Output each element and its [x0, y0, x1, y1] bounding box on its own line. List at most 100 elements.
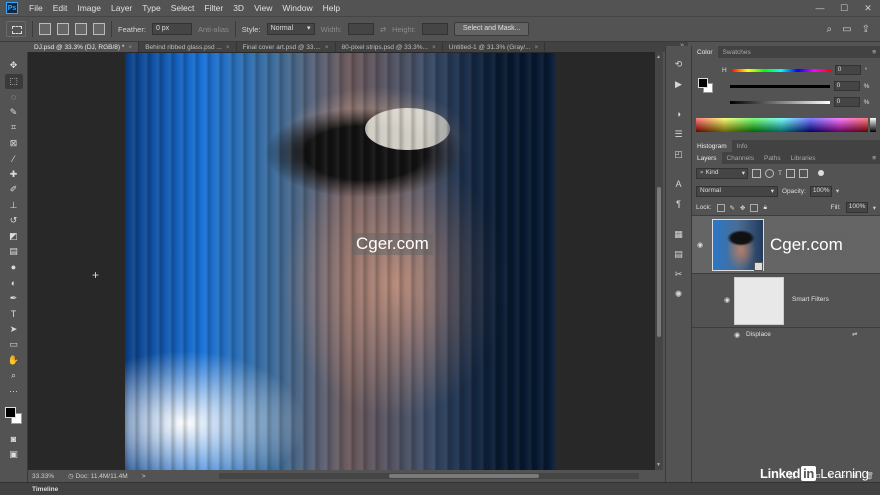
- grayscale-ramp[interactable]: [870, 118, 876, 132]
- status-arrow-icon[interactable]: >: [142, 473, 146, 480]
- blend-mode-select[interactable]: Normal: [696, 185, 778, 197]
- displace-eye-icon[interactable]: ◉: [734, 331, 740, 339]
- channels-panel-icon[interactable]: ▦: [671, 226, 687, 242]
- visibility-eye-icon[interactable]: ◉: [697, 241, 703, 249]
- character-panel-icon[interactable]: A: [671, 176, 687, 192]
- menu-file[interactable]: File: [24, 3, 48, 13]
- feather-input[interactable]: 0 px: [151, 23, 192, 35]
- new-selection-icon[interactable]: [39, 23, 51, 35]
- menu-image[interactable]: Image: [72, 3, 106, 13]
- scrollbar-thumb[interactable]: [657, 187, 661, 337]
- lock-image-icon[interactable]: ✎: [730, 204, 735, 212]
- workspace-icon[interactable]: ▭: [842, 24, 851, 35]
- path-selection-tool-icon[interactable]: ➤: [5, 322, 23, 338]
- properties-panel-icon[interactable]: ☰: [671, 126, 687, 142]
- marquee-tool-icon[interactable]: ⬚: [4, 73, 23, 89]
- brightness-value[interactable]: 0: [833, 97, 860, 107]
- quick-mask-icon[interactable]: ◙: [5, 431, 23, 447]
- menu-type[interactable]: Type: [137, 3, 165, 13]
- close-button[interactable]: ✕: [856, 3, 880, 14]
- tab-layers[interactable]: Layers: [692, 152, 722, 164]
- more-tools-icon[interactable]: ···: [5, 384, 23, 400]
- add-selection-icon[interactable]: [57, 23, 69, 35]
- menu-help[interactable]: Help: [318, 3, 345, 13]
- foreground-color-swatch[interactable]: [4, 407, 16, 418]
- smart-filters-eye-icon[interactable]: ◉: [724, 296, 730, 304]
- zoom-level[interactable]: 33.33%: [32, 473, 54, 480]
- type-tool-icon[interactable]: T: [5, 306, 23, 322]
- opacity-input[interactable]: 100%: [809, 185, 832, 197]
- move-tool-icon[interactable]: ✥: [5, 58, 23, 74]
- close-icon[interactable]: ×: [128, 44, 132, 51]
- history-panel-icon[interactable]: ⟲: [671, 56, 687, 72]
- hand-tool-icon[interactable]: ✋: [5, 353, 23, 369]
- brush-settings-icon[interactable]: ✺: [671, 286, 687, 302]
- saturation-slider[interactable]: [729, 84, 830, 88]
- kind-filter-select[interactable]: ⌕ Kind: [696, 167, 748, 179]
- type-filter-icon[interactable]: T: [778, 170, 782, 177]
- filter-toggle-icon[interactable]: [817, 170, 824, 176]
- filter-options-icon[interactable]: ⇌: [852, 330, 857, 338]
- width-input[interactable]: [347, 23, 374, 35]
- minimize-button[interactable]: —: [808, 3, 832, 14]
- panel-menu-icon[interactable]: ≡: [872, 49, 880, 56]
- menu-select[interactable]: Select: [166, 3, 200, 13]
- blur-tool-icon[interactable]: ●: [5, 260, 23, 276]
- lasso-tool-icon[interactable]: ◌: [5, 89, 23, 105]
- tab-dj[interactable]: DJ.psd @ 33.3% (DJ, RGB/8) * ×: [28, 42, 140, 52]
- crop-tool-icon[interactable]: ⌗: [5, 120, 23, 136]
- menu-3d[interactable]: 3D: [228, 3, 249, 13]
- menu-view[interactable]: View: [249, 3, 277, 13]
- menu-layer[interactable]: Layer: [106, 3, 137, 13]
- smart-filter-mask-thumbnail[interactable]: [734, 277, 784, 325]
- foreground-color-swatch[interactable]: [698, 78, 708, 88]
- displace-filter-row[interactable]: ◉ Displace ⇌: [692, 328, 880, 342]
- dodge-tool-icon[interactable]: ◐: [5, 275, 23, 291]
- close-icon[interactable]: ×: [226, 44, 230, 51]
- tool-preset-picker[interactable]: [6, 21, 26, 37]
- close-icon[interactable]: ×: [535, 44, 539, 51]
- tab-behind-ribbed-glass[interactable]: Behind ribbed glass.psd ... ×: [139, 42, 237, 52]
- zoom-tool-icon[interactable]: ⌕: [5, 368, 23, 384]
- close-icon[interactable]: ×: [325, 44, 329, 51]
- styles-panel-icon[interactable]: ◰: [671, 146, 687, 162]
- tab-info[interactable]: Info: [732, 140, 753, 152]
- color-swatches[interactable]: [4, 407, 23, 425]
- eraser-tool-icon[interactable]: ◩: [5, 229, 23, 245]
- adjustment-filter-icon[interactable]: [765, 168, 774, 178]
- scroll-up-icon[interactable]: ▲: [656, 54, 661, 60]
- tab-paths[interactable]: Paths: [759, 152, 786, 164]
- tab-80-pixel-strips[interactable]: 80-pixel strips.psd @ 33.3%... ×: [336, 42, 443, 52]
- smart-object-filter-icon[interactable]: [798, 168, 808, 178]
- rectangle-tool-icon[interactable]: ▭: [5, 337, 23, 353]
- menu-window[interactable]: Window: [277, 3, 317, 13]
- clone-stamp-tool-icon[interactable]: ⊥: [5, 198, 23, 214]
- share-icon[interactable]: ⇪: [862, 24, 870, 35]
- swap-icon[interactable]: ⇄: [380, 25, 386, 34]
- anti-alias-checkbox[interactable]: Anti-alias: [198, 25, 229, 34]
- tab-channels[interactable]: Channels: [722, 152, 759, 164]
- tab-color[interactable]: Color: [692, 46, 718, 58]
- history-brush-tool-icon[interactable]: ↺: [5, 213, 23, 229]
- intersect-selection-icon[interactable]: [93, 23, 105, 35]
- fill-dropdown-icon[interactable]: ▾: [873, 204, 880, 212]
- frame-tool-icon[interactable]: ⊠: [5, 136, 23, 152]
- paragraph-panel-icon[interactable]: ¶: [671, 196, 687, 212]
- brush-tool-icon[interactable]: ✐: [5, 182, 23, 198]
- healing-brush-tool-icon[interactable]: ✚: [5, 167, 23, 183]
- close-icon[interactable]: ×: [432, 44, 436, 51]
- tab-final-cover-art[interactable]: Final cover art.psd @ 33.... ×: [237, 42, 336, 52]
- eyedropper-tool-icon[interactable]: ⁄: [5, 151, 23, 167]
- lock-all-icon[interactable]: 🔒︎: [763, 204, 766, 212]
- document-canvas[interactable]: [125, 53, 555, 470]
- smart-filters-row[interactable]: ◉ Smart Filters: [692, 274, 880, 328]
- tab-untitled-1[interactable]: Untitled-1 @ 31.3% (Gray/... ×: [443, 42, 546, 52]
- gradient-tool-icon[interactable]: ▤: [5, 244, 23, 260]
- style-select[interactable]: Normal: [266, 23, 315, 35]
- lock-position-icon[interactable]: ✥: [740, 204, 745, 212]
- hue-slider[interactable]: [730, 68, 831, 72]
- saturation-value[interactable]: 0: [833, 81, 860, 91]
- vertical-scrollbar[interactable]: ▲ ▼: [655, 52, 663, 470]
- pen-tool-icon[interactable]: ✒: [5, 291, 23, 307]
- select-and-mask-button[interactable]: Select and Mask...: [453, 22, 530, 36]
